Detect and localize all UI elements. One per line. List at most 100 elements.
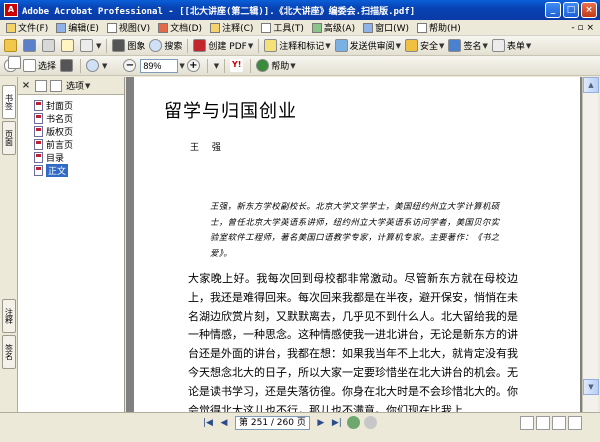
last-page-button[interactable]: ▶|: [329, 416, 345, 430]
page-layout-controls: [520, 416, 582, 430]
bookmark-icon: [34, 152, 43, 163]
security-button[interactable]: 安全 ▼: [403, 38, 446, 54]
previous-page-button[interactable]: ◀: [216, 416, 232, 430]
edit-menu-icon: [56, 22, 67, 33]
continuous-facing-icon[interactable]: [568, 416, 582, 430]
print-button[interactable]: [40, 38, 59, 54]
yahoo-button[interactable]: Y!: [228, 58, 247, 74]
menu-tools[interactable]: 工具(T): [257, 21, 308, 34]
menu-help[interactable]: 帮助(H): [413, 21, 465, 34]
new-bookmark-icon[interactable]: [35, 79, 47, 92]
delete-bookmark-icon[interactable]: [50, 79, 62, 92]
snapshot-button[interactable]: [58, 58, 77, 74]
help-button[interactable]: 帮助 ▼: [254, 58, 297, 74]
close-icon[interactable]: ×: [20, 80, 32, 92]
scroll-down-button[interactable]: ▼: [583, 379, 599, 395]
bookmark-preface[interactable]: 前言页: [18, 138, 124, 151]
document-window-controls[interactable]: - ▫ ×: [567, 23, 600, 33]
create-pdf-icon: [193, 39, 207, 52]
tab-signatures[interactable]: 签名: [2, 335, 16, 369]
single-page-icon[interactable]: [520, 416, 534, 430]
document-author: 王 强: [190, 143, 226, 153]
menu-advanced[interactable]: 高级(A): [308, 21, 359, 34]
zoom-out-button[interactable]: −: [121, 58, 140, 74]
toolbar-separator: [187, 38, 189, 53]
bookmark-icon: [34, 113, 43, 124]
minimize-button[interactable]: _: [545, 2, 561, 18]
email-button[interactable]: [59, 38, 78, 54]
bookmark-label: 版权页: [46, 128, 74, 138]
next-view-icon[interactable]: [363, 416, 377, 429]
help-label: 帮助: [271, 62, 290, 72]
tab-bookmarks[interactable]: 书签: [2, 85, 16, 119]
bookmark-main-text[interactable]: 正文: [18, 164, 124, 177]
chevron-down-icon: ▼: [482, 41, 488, 50]
close-button[interactable]: ×: [581, 2, 597, 18]
bookmark-label: 目录: [46, 154, 65, 164]
menu-window[interactable]: 窗口(W): [359, 21, 413, 34]
window-menu-icon: [363, 22, 374, 33]
forms-button[interactable]: 表单 ▼: [490, 38, 533, 54]
sign-button[interactable]: 签名 ▼: [446, 38, 489, 54]
bookmark-contents[interactable]: 目录: [18, 151, 124, 164]
toolbar-separator: [106, 38, 108, 53]
file-menu-icon: [6, 22, 16, 33]
bookmark-label: 封面页: [46, 102, 74, 112]
menu-comments[interactable]: 注释(C): [206, 21, 257, 34]
zoom-tool-button[interactable]: ▼: [84, 58, 109, 74]
next-page-button[interactable]: ▶: [313, 416, 329, 430]
image-icon: [112, 39, 126, 52]
bookmark-list: 封面页 书名页 版权页 前言页 目录 正文: [18, 95, 124, 177]
menu-document[interactable]: 文档(D): [154, 21, 206, 34]
document-heading: 留学与归国创业: [164, 101, 297, 122]
image-button[interactable]: 图象: [110, 38, 147, 54]
open-button[interactable]: [2, 38, 21, 54]
chevron-down-icon: ▼: [439, 41, 445, 50]
pdf-page[interactable]: 留学与归国创业 王 强 王强，新东方学校副校长。北京大学文学学士，美国纽约州立大…: [134, 77, 580, 412]
scroll-up-button[interactable]: ▲: [583, 77, 599, 93]
tab-comments[interactable]: 注释: [2, 299, 16, 333]
options-dropdown[interactable]: 选项 ▼: [66, 79, 91, 93]
vertical-scrollbar[interactable]: ▲ ▼: [582, 77, 599, 412]
document-view[interactable]: 留学与归国创业 王 强 王强，新东方学校副校长。北京大学文学学士，美国纽约州立大…: [126, 77, 582, 412]
facing-icon[interactable]: [552, 416, 566, 430]
create-pdf-button[interactable]: 创建 PDF ▼: [191, 38, 255, 54]
page-layout-button[interactable]: ▼: [8, 56, 221, 74]
continuous-icon[interactable]: [536, 416, 550, 430]
help-menu-icon: [417, 22, 428, 33]
menu-edit[interactable]: 编辑(E): [52, 21, 103, 34]
search-button[interactable]: 搜索: [147, 38, 184, 54]
menu-view[interactable]: 视图(V): [103, 21, 154, 34]
attach-button[interactable]: ▼: [78, 38, 103, 54]
menu-file[interactable]: 文件(F): [2, 21, 52, 34]
tab-pages[interactable]: 页面: [2, 121, 16, 155]
tools-menu-icon: [261, 22, 272, 33]
acrobat-app-icon[interactable]: A: [4, 3, 18, 17]
file-toolbar: ▼ 图象 搜索 创建 PDF ▼ 注释和标记 ▼ 发送供审阅 ▼ 安全 ▼ 签名 ▼ 表单…: [0, 36, 600, 56]
chevron-down-icon: ▼: [213, 61, 220, 70]
forms-label: 表单: [506, 42, 525, 52]
folder-icon: [4, 39, 17, 52]
zoom-in-button[interactable]: +: [185, 58, 204, 74]
bookmark-title-page[interactable]: 书名页: [18, 112, 124, 125]
menu-bar: 文件(F) 编辑(E) 视图(V) 文档(D) 注释(C) 工具(T) 高级(A…: [0, 20, 600, 36]
form-icon: [491, 39, 505, 52]
chevron-down-icon: ▼: [85, 81, 91, 90]
security-label: 安全: [420, 42, 439, 52]
maximize-button[interactable]: □: [563, 2, 579, 18]
page-number-field[interactable]: 第 251 / 260 页: [235, 415, 310, 430]
search-icon: [149, 39, 163, 52]
bookmark-copyright[interactable]: 版权页: [18, 125, 124, 138]
save-button[interactable]: [21, 38, 40, 54]
select-tool-button[interactable]: 选择: [21, 58, 58, 74]
yahoo-icon: Y!: [230, 59, 244, 72]
chevron-down-icon: ▼: [96, 41, 102, 50]
first-page-button[interactable]: |◀: [200, 416, 216, 430]
bookmark-cover[interactable]: 封面页: [18, 99, 124, 112]
previous-view-icon[interactable]: [346, 416, 360, 429]
send-review-button[interactable]: 发送供审阅 ▼: [333, 38, 403, 54]
zoom-level-input[interactable]: [140, 58, 179, 73]
comment-markup-button[interactable]: 注释和标记 ▼: [262, 38, 332, 54]
chevron-down-icon: ▼: [290, 61, 296, 70]
navigation-toolbar: 选择 ▼ − ▼ + ▼ Y! 帮助▼: [0, 56, 600, 76]
